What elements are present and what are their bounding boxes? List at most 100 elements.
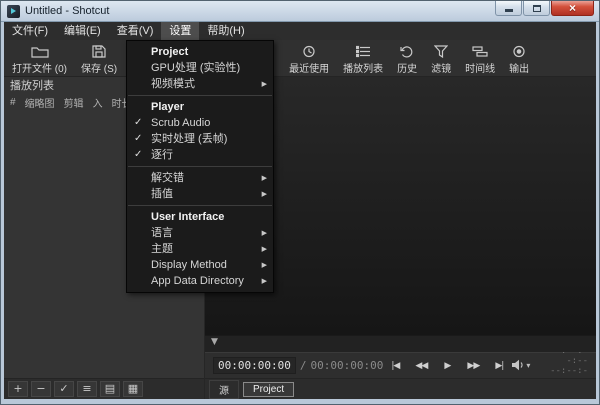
playlist-button[interactable]: 播放列表 [339,42,387,75]
view-icons-button[interactable]: ▦ [123,381,143,397]
save-icon [92,45,106,58]
save-button[interactable]: 保存 (S) [77,42,121,75]
export-icon [512,45,526,58]
submenu-arrow-icon: ▶ [262,170,267,186]
open-file-icon [31,45,49,58]
playlist-toolbar: + − ✓ ≡ ▤ ▦ [4,378,204,399]
tab-source[interactable]: 源 [209,380,239,399]
menu-section-user-interface: User Interface [127,209,273,225]
playlist-update-button[interactable]: ✓ [54,381,74,397]
menu-item-app-data-directory[interactable]: App Data Directory▶ [127,273,273,289]
menu-item-display-method[interactable]: Display Method▶ [127,257,273,273]
menu-item-language[interactable]: 语言▶ [127,225,273,241]
maximize-button[interactable] [523,1,550,16]
menu-item-progressive[interactable]: ✓逐行 [127,147,273,163]
playlist-label: 播放列表 [343,60,383,75]
export-label: 输出 [509,60,529,75]
check-icon: ✓ [134,147,142,163]
submenu-arrow-icon: ▶ [262,186,267,202]
menu-separator [128,205,272,206]
timeline-icon [472,45,488,58]
app-area: 文件(F) 编辑(E) 查看(V) 设置 帮助(H) 打开文件 (0) 保存 (… [4,22,596,399]
view-details-button[interactable]: ▤ [100,381,120,397]
transport-buttons: |◀ ◀◀ ▶ ▶▶ ▶| [383,357,511,375]
main-area: 播放列表 # 缩略图 剪辑 入 时长 开始 + − ✓ ≡ ▤ ▦ [4,77,596,399]
recent-button[interactable]: 最近使用 [285,42,333,75]
titlebar[interactable]: Untitled - Shotcut × [1,1,599,22]
playlist-add-button[interactable]: + [8,381,28,397]
menu-item-theme[interactable]: 主题▶ [127,241,273,257]
menu-section-project: Project [127,44,273,60]
check-icon: ✓ [134,115,142,131]
tab-project[interactable]: Project [243,382,294,397]
playlist-icon [356,45,371,58]
column-index[interactable]: # [10,97,16,108]
skip-previous-button[interactable]: |◀ [383,357,407,375]
menubar: 文件(F) 编辑(E) 查看(V) 设置 帮助(H) [4,22,596,40]
timecode-separator: / [300,359,307,372]
menu-help[interactable]: 帮助(H) [199,22,252,40]
total-duration: 00:00:00:00 [310,359,383,372]
menu-file[interactable]: 文件(F) [4,22,56,40]
volume-dropdown-icon: ▾ [526,361,530,370]
column-in[interactable]: 入 [93,95,103,110]
submenu-arrow-icon: ▶ [262,76,267,92]
close-button[interactable]: × [551,1,594,16]
open-file-button[interactable]: 打开文件 (0) [8,42,71,75]
menu-item-video-mode[interactable]: 视频模式▶ [127,76,273,92]
menu-edit[interactable]: 编辑(E) [56,22,109,40]
history-label: 历史 [397,60,417,75]
current-timecode[interactable]: 00:00:00:00 [213,357,296,374]
menu-item-interpolation[interactable]: 插值▶ [127,186,273,202]
export-button[interactable]: 输出 [505,42,533,75]
column-clip[interactable]: 剪辑 [64,95,84,110]
seek-bar[interactable]: ▼ [205,335,596,352]
menu-item-deinterlacer[interactable]: 解交错▶ [127,170,273,186]
fast-forward-button[interactable]: ▶▶ [461,357,485,375]
window-title: Untitled - Shotcut [25,5,109,17]
settings-dropdown-menu: Project GPU处理 (实验性) 视频模式▶ Player ✓Scrub … [126,40,274,293]
check-icon: ✓ [134,131,142,147]
menu-item-realtime[interactable]: ✓实时处理 (丢帧) [127,131,273,147]
playhead-marker[interactable]: ▼ [211,337,218,347]
menu-item-scrub-audio[interactable]: ✓Scrub Audio [127,115,273,131]
playlist-menu-button[interactable]: ≡ [77,381,97,397]
volume-control[interactable]: ▾ [511,356,530,375]
history-button[interactable]: 历史 [393,42,421,75]
minimize-button[interactable] [495,1,522,16]
filters-button[interactable]: 滤镜 [427,42,455,75]
app-icon [7,5,20,18]
filter-icon [434,45,448,58]
skip-next-button[interactable]: ▶| [487,357,511,375]
menu-separator [128,95,272,96]
timeline-button[interactable]: 时间线 [461,42,499,75]
submenu-arrow-icon: ▶ [262,257,267,273]
minimize-icon [505,9,513,12]
menu-item-gpu-processing[interactable]: GPU处理 (实验性) [127,60,273,76]
submenu-arrow-icon: ▶ [262,241,267,257]
history-icon [400,45,414,58]
clock-icon [302,45,316,58]
save-label: 保存 (S) [81,60,117,75]
rewind-button[interactable]: ◀◀ [409,357,433,375]
window-border-bottom [1,399,599,404]
close-icon: × [569,2,576,14]
volume-icon [511,356,524,375]
maximize-icon [533,5,541,12]
timeline-label: 时间线 [465,60,495,75]
shotcut-window: Untitled - Shotcut × 文件(F) 编辑(E) 查看(V) 设… [0,0,600,405]
menu-section-player: Player [127,99,273,115]
menu-view[interactable]: 查看(V) [109,22,162,40]
column-thumbnail[interactable]: 缩略图 [25,95,55,110]
player-tabs: 源 Project [205,378,596,399]
recent-label: 最近使用 [289,60,329,75]
submenu-arrow-icon: ▶ [262,225,267,241]
main-toolbar: 打开文件 (0) 保存 (S) 性 最近使用 播放列表 历史 [4,40,596,77]
menu-settings[interactable]: 设置 [161,22,199,40]
submenu-arrow-icon: ▶ [262,273,267,289]
playlist-remove-button[interactable]: − [31,381,51,397]
window-border-right [596,22,599,404]
open-file-label: 打开文件 (0) [12,60,67,75]
play-button[interactable]: ▶ [435,357,459,375]
menu-separator [128,166,272,167]
